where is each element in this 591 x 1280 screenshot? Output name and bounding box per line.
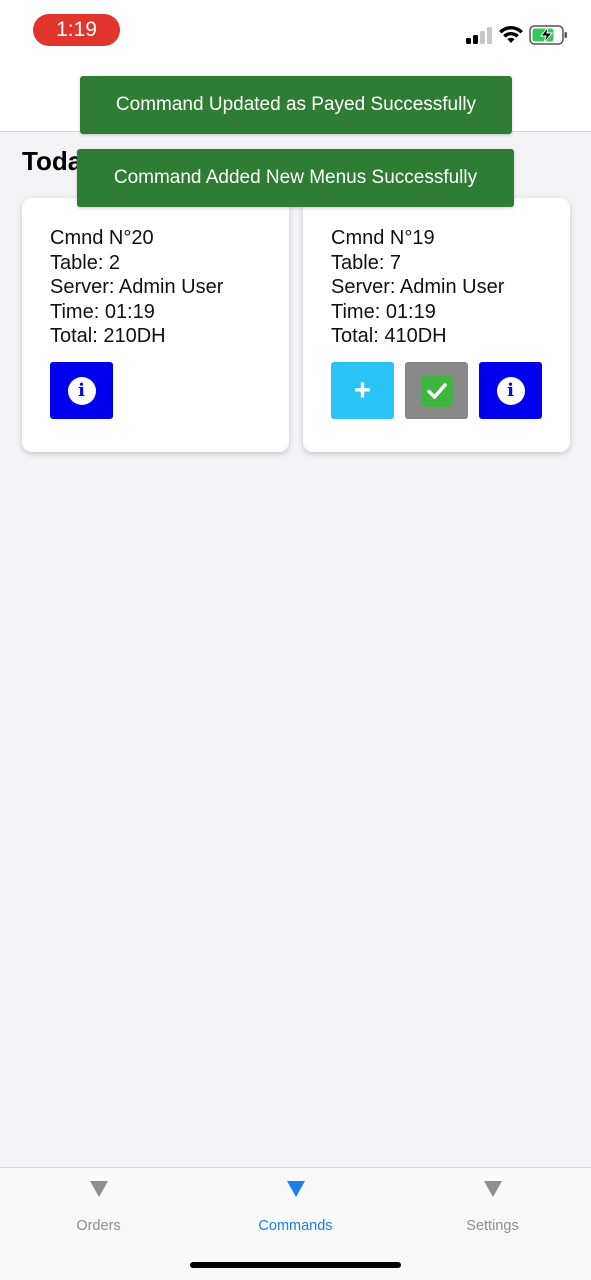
- info-button[interactable]: i: [50, 362, 113, 419]
- command-card: Cmnd N°20 Table: 2 Server: Admin User Ti…: [22, 198, 289, 452]
- checkmark-icon: [420, 374, 453, 407]
- command-total: Total: 210DH: [50, 325, 166, 347]
- tab-label: Settings: [466, 1218, 519, 1234]
- tab-label: Orders: [76, 1218, 121, 1234]
- toast-added-menus: Command Added New Menus Successfully: [77, 149, 514, 207]
- command-number: Cmnd N°20: [50, 227, 154, 249]
- add-menus-button[interactable]: +: [331, 362, 394, 419]
- tab-commands[interactable]: Commands: [197, 1180, 394, 1234]
- info-button[interactable]: i: [479, 362, 542, 419]
- command-card: Cmnd N°19 Table: 7 Server: Admin User Ti…: [303, 198, 570, 452]
- toast-updated-payed: Command Updated as Payed Successfully: [80, 76, 512, 134]
- cellular-signal-icon: [466, 26, 494, 44]
- command-server: Server: Admin User: [50, 276, 224, 298]
- plus-icon: +: [353, 373, 372, 407]
- section-title: Toda: [22, 146, 83, 176]
- battery-charging-icon: [529, 25, 567, 45]
- tab-label: Commands: [258, 1218, 333, 1234]
- command-table: Table: 2: [50, 251, 121, 274]
- status-time: 1:19: [33, 14, 120, 46]
- triangle-down-icon: [89, 1181, 108, 1197]
- command-server: Server: Admin User: [331, 276, 505, 298]
- mark-paid-button[interactable]: [405, 362, 468, 419]
- command-table: Table: 7: [331, 251, 402, 274]
- command-number: Cmnd N°19: [331, 227, 435, 249]
- command-time: Time: 01:19: [331, 300, 436, 323]
- tab-orders[interactable]: Orders: [0, 1180, 197, 1234]
- info-icon: i: [496, 376, 525, 405]
- tab-settings[interactable]: Settings: [394, 1180, 591, 1234]
- command-total: Total: 410DH: [331, 325, 447, 347]
- wifi-icon: [499, 26, 523, 43]
- triangle-down-icon: [286, 1181, 305, 1197]
- triangle-down-icon: [483, 1181, 502, 1197]
- command-time: Time: 01:19: [50, 300, 155, 323]
- info-icon: i: [67, 376, 96, 405]
- home-indicator[interactable]: [190, 1262, 401, 1268]
